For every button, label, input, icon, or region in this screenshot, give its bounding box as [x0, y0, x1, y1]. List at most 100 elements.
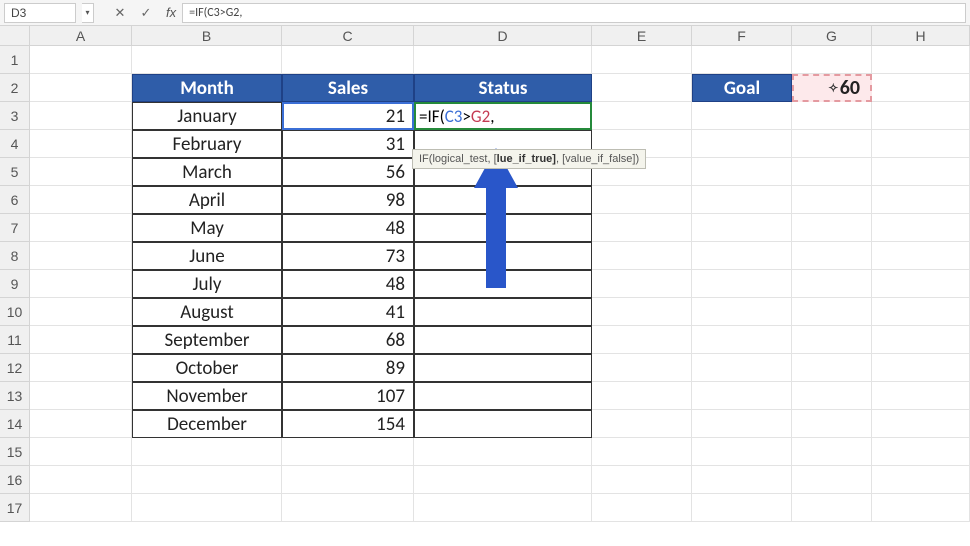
cell[interactable]	[872, 298, 970, 326]
cell[interactable]	[30, 326, 132, 354]
cell[interactable]	[792, 46, 872, 74]
cell[interactable]	[282, 438, 414, 466]
sales-cell[interactable]: 48	[282, 270, 414, 298]
cell[interactable]	[872, 354, 970, 382]
sales-cell[interactable]: 56	[282, 158, 414, 186]
cell[interactable]	[30, 74, 132, 102]
header-status[interactable]: Status	[414, 74, 592, 102]
namebox-dropdown-icon[interactable]: ▾	[82, 3, 94, 23]
header-goal[interactable]: Goal	[692, 74, 792, 102]
col-G[interactable]: G	[792, 26, 872, 46]
confirm-icon[interactable]: ✓	[134, 3, 158, 23]
cell[interactable]	[792, 270, 872, 298]
cell[interactable]	[692, 130, 792, 158]
cell[interactable]	[592, 298, 692, 326]
row-header[interactable]: 5	[0, 158, 30, 186]
cell[interactable]	[872, 382, 970, 410]
cell[interactable]	[872, 74, 970, 102]
cell[interactable]	[692, 102, 792, 130]
status-cell[interactable]	[414, 298, 592, 326]
cell[interactable]	[132, 466, 282, 494]
cell[interactable]	[792, 354, 872, 382]
cell[interactable]	[792, 494, 872, 522]
cell[interactable]	[792, 438, 872, 466]
status-cell[interactable]	[414, 326, 592, 354]
month-cell[interactable]: August	[132, 298, 282, 326]
cell[interactable]	[592, 466, 692, 494]
cell[interactable]	[30, 382, 132, 410]
col-B[interactable]: B	[132, 26, 282, 46]
month-cell[interactable]: June	[132, 242, 282, 270]
cell[interactable]	[132, 46, 282, 74]
goal-value-cell[interactable]: ✧ 60	[792, 74, 872, 102]
cell[interactable]	[30, 298, 132, 326]
row-header[interactable]: 17	[0, 494, 30, 522]
cell[interactable]	[692, 270, 792, 298]
cell[interactable]	[692, 214, 792, 242]
cell[interactable]	[792, 298, 872, 326]
header-sales[interactable]: Sales	[282, 74, 414, 102]
cell[interactable]	[692, 410, 792, 438]
cell[interactable]	[592, 74, 692, 102]
cell[interactable]	[30, 410, 132, 438]
month-cell[interactable]: April	[132, 186, 282, 214]
row-header[interactable]: 4	[0, 130, 30, 158]
cell[interactable]	[792, 382, 872, 410]
editing-cell[interactable]: =IF(C3>G2,	[414, 102, 592, 130]
cell[interactable]	[30, 494, 132, 522]
cell[interactable]	[592, 270, 692, 298]
cell[interactable]	[592, 438, 692, 466]
col-F[interactable]: F	[692, 26, 792, 46]
cell[interactable]	[592, 46, 692, 74]
cell[interactable]	[692, 382, 792, 410]
cell[interactable]	[592, 326, 692, 354]
cell[interactable]	[692, 438, 792, 466]
cell[interactable]	[30, 214, 132, 242]
cell[interactable]	[30, 186, 132, 214]
row-header[interactable]: 1	[0, 46, 30, 74]
sales-cell[interactable]: 89	[282, 354, 414, 382]
cell[interactable]	[872, 270, 970, 298]
cell[interactable]	[592, 214, 692, 242]
col-E[interactable]: E	[592, 26, 692, 46]
fx-icon[interactable]: fx	[166, 5, 176, 20]
cell[interactable]	[692, 326, 792, 354]
cell[interactable]	[592, 354, 692, 382]
cell[interactable]	[872, 46, 970, 74]
cell[interactable]	[592, 242, 692, 270]
cell[interactable]	[692, 46, 792, 74]
status-cell[interactable]	[414, 410, 592, 438]
cell[interactable]	[692, 298, 792, 326]
cell[interactable]	[30, 158, 132, 186]
cell[interactable]	[872, 410, 970, 438]
month-cell[interactable]: July	[132, 270, 282, 298]
cell[interactable]	[592, 102, 692, 130]
row-header[interactable]: 13	[0, 382, 30, 410]
cell[interactable]	[592, 382, 692, 410]
cell[interactable]	[872, 102, 970, 130]
row-header[interactable]: 11	[0, 326, 30, 354]
cell[interactable]	[792, 466, 872, 494]
cell[interactable]	[872, 438, 970, 466]
row-header[interactable]: 6	[0, 186, 30, 214]
cell[interactable]	[872, 466, 970, 494]
cell[interactable]	[30, 242, 132, 270]
month-cell[interactable]: October	[132, 354, 282, 382]
cell[interactable]	[872, 130, 970, 158]
sales-cell[interactable]: 21	[282, 102, 414, 130]
sales-cell[interactable]: 73	[282, 242, 414, 270]
sales-cell[interactable]: 98	[282, 186, 414, 214]
cell[interactable]	[692, 494, 792, 522]
cell[interactable]	[792, 242, 872, 270]
cell[interactable]	[30, 102, 132, 130]
cell[interactable]	[592, 186, 692, 214]
col-C[interactable]: C	[282, 26, 414, 46]
cell[interactable]	[692, 466, 792, 494]
row-header[interactable]: 14	[0, 410, 30, 438]
cell[interactable]	[30, 466, 132, 494]
row-header[interactable]: 8	[0, 242, 30, 270]
cell[interactable]	[30, 438, 132, 466]
cell[interactable]	[414, 438, 592, 466]
month-cell[interactable]: January	[132, 102, 282, 130]
row-header[interactable]: 12	[0, 354, 30, 382]
